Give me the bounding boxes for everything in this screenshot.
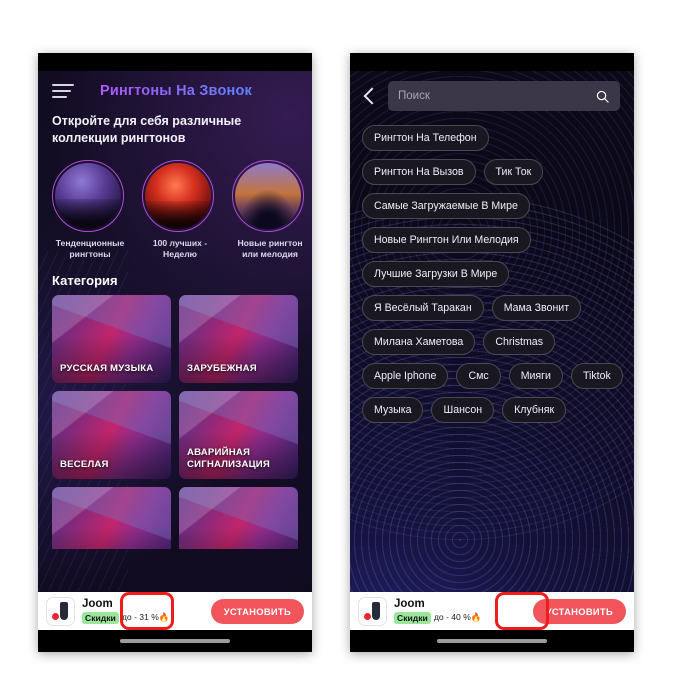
collection-thumb-ring	[142, 159, 214, 232]
search-bar-row: Поиск	[350, 71, 634, 117]
chip-row: Я Весёлый Таракан Мама Звонит	[362, 295, 622, 321]
home-indicator-left	[38, 630, 312, 652]
chip-row: Рингтон На Вызов Тик Ток	[362, 159, 622, 185]
ad-install-button[interactable]: УСТАНОВИТЬ	[210, 598, 304, 624]
hamburger-menu-icon[interactable]	[52, 84, 74, 98]
ad-text-block: Joom Скидки до - 40 %🔥	[394, 598, 526, 624]
category-tiles-scroll[interactable]: РУССКАЯ МУЗЫКА ЗАРУБЕЖНАЯ ВЕСЕЛАЯ АВАРИЙ…	[38, 294, 312, 549]
search-suggestion-chips[interactable]: Рингтон На Телефон Рингтон На Вызов Тик То…	[350, 117, 634, 423]
phone-right: Поиск Рингтон На Телефон Рингтон На Вызов…	[350, 53, 634, 652]
chip-row: Лучшие Загрузки В Мире	[362, 261, 622, 287]
chip-row: Милана Хаметова Christmas	[362, 329, 622, 355]
home-screen: Рингтоны На Звонок Откройте для себя раз…	[38, 71, 312, 630]
screenshot-stage: Рингтоны На Звонок Откройте для себя раз…	[0, 0, 680, 700]
ad-banner-left[interactable]: Joom Скидки до - 31 %🔥 УСТАНОВИТЬ	[38, 592, 312, 630]
chip-row: Самые Загружаемые В Мире	[362, 193, 622, 219]
chip-row: Рингтон На Телефон	[362, 125, 622, 151]
status-bar-left	[38, 53, 312, 71]
ad-discount-badge: Скидки	[394, 611, 431, 624]
search-suggestion-chip[interactable]: Apple Iphone	[362, 363, 449, 389]
collection-caption: Тенденционные рингтоны	[55, 237, 125, 260]
status-bar-right	[350, 53, 634, 71]
collection-item[interactable]: Новые рингтон или мелодия	[232, 159, 308, 261]
search-placeholder: Поиск	[398, 90, 430, 102]
search-suggestion-chip[interactable]: Музыка	[362, 397, 424, 423]
collections-carousel[interactable]: Тенденционные рингтоны 100 лучших - Неде…	[38, 156, 312, 261]
collection-item[interactable]: Тенденционные рингтоны	[52, 159, 128, 261]
ad-app-name: Joom	[82, 598, 113, 611]
phone-left: Рингтоны На Звонок Откройте для себя раз…	[38, 53, 312, 652]
collection-item[interactable]: 100 лучших - Неделю	[142, 159, 218, 261]
category-tile[interactable]: АВАРИЙНАЯ СИГНАЛИЗАЦИЯ	[179, 390, 298, 479]
ad-install-button[interactable]: УСТАНОВИТЬ	[532, 598, 626, 624]
category-tile-label: ЗАРУБЕЖНАЯ	[187, 362, 257, 374]
category-tile-label: РУССКАЯ МУЗЫКА	[60, 362, 154, 374]
home-subtitle: Откройте для себя различные коллекции ри…	[52, 114, 242, 146]
app-bar: Рингтоны На Звонок	[38, 71, 312, 111]
ad-banner-right[interactable]: Joom Скидки до - 40 %🔥 УСТАНОВИТЬ	[350, 592, 634, 630]
search-icon[interactable]	[595, 89, 610, 104]
search-screen: Поиск Рингтон На Телефон Рингтон На Вызов…	[350, 71, 634, 630]
category-tile[interactable]	[52, 486, 171, 549]
collection-image	[235, 162, 301, 229]
ad-text-block: Joom Скидки до - 31 %🔥	[82, 598, 204, 624]
search-suggestion-chip[interactable]: Tiktok	[570, 363, 623, 389]
ad-app-name: Joom	[394, 598, 425, 611]
category-tile-label: АВАРИЙНАЯ СИГНАЛИЗАЦИЯ	[187, 447, 271, 470]
page-title: Рингтоны На Звонок	[74, 83, 278, 99]
ad-subline: Скидки до - 31 %🔥	[82, 611, 204, 624]
ad-discount-text: до - 31 %🔥	[121, 612, 170, 623]
category-tile[interactable]	[179, 486, 298, 549]
search-suggestion-chip[interactable]: Шансон	[431, 397, 495, 423]
search-input[interactable]: Поиск	[388, 81, 620, 111]
joom-logo-icon	[358, 596, 387, 626]
ad-discount-text: до - 40 %🔥	[433, 612, 482, 623]
collection-image	[55, 162, 121, 229]
collection-caption: 100 лучших - Неделю	[152, 237, 208, 260]
search-suggestion-chip[interactable]: Мама Звонит	[491, 295, 582, 321]
category-tile[interactable]: РУССКАЯ МУЗЫКА	[52, 294, 171, 383]
search-suggestion-chip[interactable]: Лучшие Загрузки В Мире	[362, 261, 510, 287]
search-suggestion-chip[interactable]: Рингтон На Телефон	[362, 125, 489, 151]
search-suggestion-chip[interactable]: Рингтон На Вызов	[362, 159, 476, 185]
category-tile[interactable]: ВЕСЕЛАЯ	[52, 390, 171, 479]
search-suggestion-chip[interactable]: Новые Рингтон Или Мелодия	[362, 227, 531, 253]
search-suggestion-chip[interactable]: Тик Ток	[483, 159, 544, 185]
back-chevron-icon[interactable]	[362, 84, 378, 108]
search-suggestion-chip[interactable]: Christmas	[483, 329, 555, 355]
search-suggestion-chip[interactable]: Милана Хаметова	[362, 329, 476, 355]
search-suggestion-chip[interactable]: Самые Загружаемые В Мире	[362, 193, 530, 219]
category-tile[interactable]: ЗАРУБЕЖНАЯ	[179, 294, 298, 383]
ad-subline: Скидки до - 40 %🔥	[394, 611, 526, 624]
ad-discount-badge: Скидки	[82, 611, 119, 624]
joom-logo-icon	[46, 596, 75, 626]
category-tiles-grid: РУССКАЯ МУЗЫКА ЗАРУБЕЖНАЯ ВЕСЕЛАЯ АВАРИЙ…	[38, 294, 312, 549]
search-suggestion-chip[interactable]: Мияги	[508, 363, 563, 389]
chip-row: Музыка Шансон Клубняк	[362, 397, 622, 423]
collection-image	[145, 162, 211, 229]
collection-thumb-ring	[232, 159, 304, 232]
collection-thumb-ring	[52, 159, 124, 232]
search-suggestion-chip[interactable]: Смс	[456, 363, 501, 389]
section-title-category: Категория	[52, 272, 118, 288]
chip-row: Apple Iphone Смс Мияги Tiktok	[362, 363, 623, 389]
home-indicator-right	[350, 630, 634, 652]
chip-row: Новые Рингтон Или Мелодия	[362, 227, 622, 253]
category-tile-label: ВЕСЕЛАЯ	[60, 458, 109, 470]
search-suggestion-chip[interactable]: Я Весёлый Таракан	[362, 295, 484, 321]
collection-caption: Новые рингтон или мелодия	[237, 237, 303, 260]
search-suggestion-chip[interactable]: Клубняк	[502, 397, 567, 423]
